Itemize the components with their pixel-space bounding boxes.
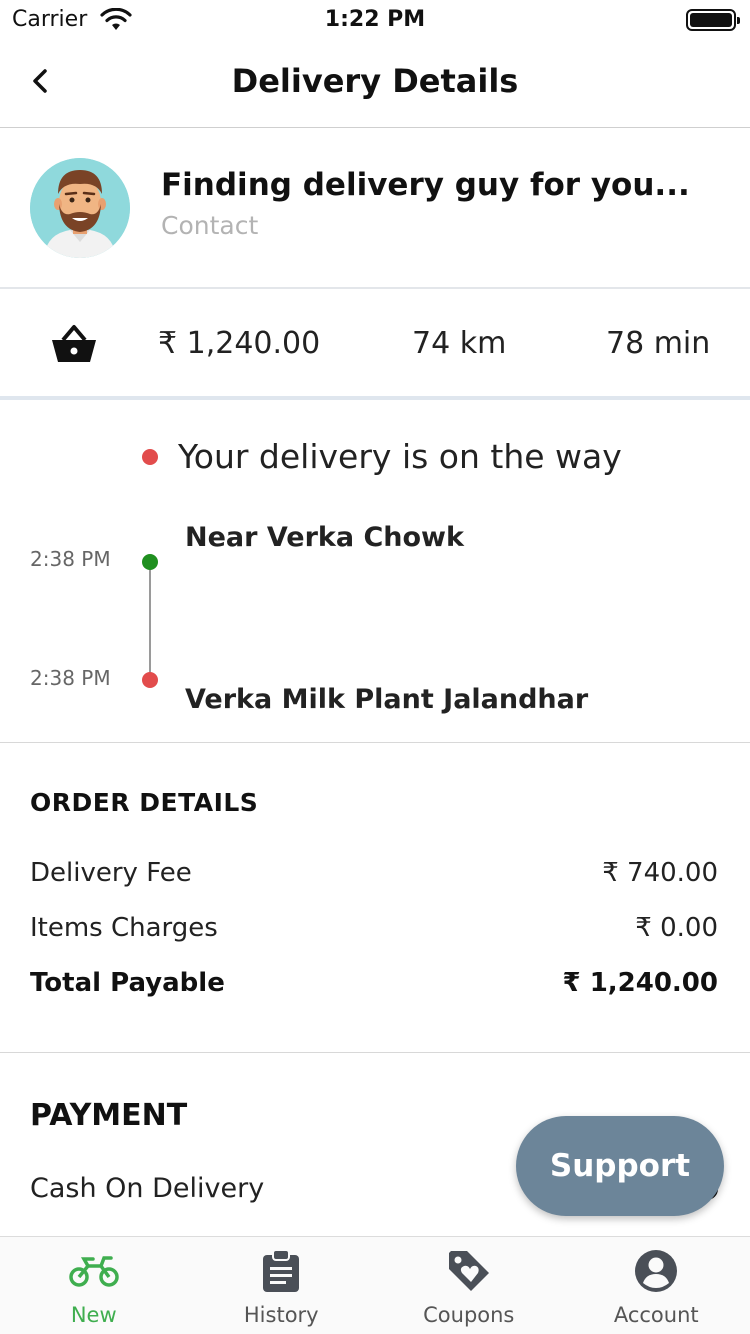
items-charges-row: Items Charges ₹ 0.00 bbox=[30, 913, 718, 943]
tab-account[interactable]: Account bbox=[563, 1237, 750, 1334]
summary-duration: 78 min bbox=[606, 326, 711, 361]
payment-title: PAYMENT bbox=[30, 1098, 188, 1133]
driver-status-title: Finding delivery guy for you... bbox=[161, 167, 690, 203]
dropoff-time: 2:38 PM bbox=[30, 666, 111, 690]
row-value: ₹ 1,240.00 bbox=[562, 968, 718, 998]
tag-heart-icon bbox=[443, 1249, 495, 1293]
contact-link[interactable]: Contact bbox=[161, 211, 258, 240]
basket-icon bbox=[52, 325, 96, 362]
pickup-dot bbox=[142, 554, 158, 570]
delivery-status: Your delivery is on the way bbox=[142, 437, 622, 476]
tracking-section: Your delivery is on the way 2:38 PM Near… bbox=[0, 403, 750, 743]
row-value: ₹ 0.00 bbox=[635, 913, 718, 943]
tab-label: History bbox=[243, 1303, 319, 1327]
status-dot bbox=[142, 448, 158, 465]
order-details-title: ORDER DETAILS bbox=[30, 788, 259, 817]
summary-price: ₹ 1,240.00 bbox=[158, 326, 321, 361]
tab-bar: New History Coupons Account bbox=[0, 1236, 750, 1334]
timeline-line bbox=[149, 567, 151, 675]
driver-avatar-icon bbox=[30, 158, 130, 258]
motorbike-icon bbox=[68, 1249, 120, 1293]
tab-history[interactable]: History bbox=[188, 1237, 376, 1334]
user-circle-icon bbox=[630, 1249, 682, 1293]
delivery-summary: ₹ 1,240.00 74 km 78 min bbox=[0, 290, 750, 400]
status-bar: Carrier 1:22 PM bbox=[0, 0, 750, 42]
driver-card: Finding delivery guy for you... Contact bbox=[0, 129, 750, 289]
pickup-location: Near Verka Chowk bbox=[185, 522, 464, 553]
pickup-time: 2:38 PM bbox=[30, 547, 111, 571]
row-label: Total Payable bbox=[30, 968, 225, 998]
delivery-fee-row: Delivery Fee ₹ 740.00 bbox=[30, 858, 718, 888]
dropoff-dot bbox=[142, 672, 158, 688]
tab-label: Coupons bbox=[423, 1303, 515, 1327]
battery-icon bbox=[686, 9, 740, 31]
support-button[interactable]: Support bbox=[516, 1116, 724, 1216]
row-label: Delivery Fee bbox=[30, 858, 192, 888]
payment-method: Cash On Delivery bbox=[30, 1173, 265, 1204]
row-label: Items Charges bbox=[30, 913, 218, 943]
dropoff-location: Verka Milk Plant Jalandhar bbox=[185, 684, 589, 715]
delivery-status-text: Your delivery is on the way bbox=[178, 437, 622, 476]
tab-coupons[interactable]: Coupons bbox=[375, 1237, 563, 1334]
order-details-section: ORDER DETAILS Delivery Fee ₹ 740.00 Item… bbox=[0, 744, 750, 1053]
tab-label: Account bbox=[613, 1303, 699, 1327]
avatar bbox=[30, 158, 130, 258]
page-title: Delivery Details bbox=[231, 62, 519, 100]
total-payable-row: Total Payable ₹ 1,240.00 bbox=[30, 968, 718, 998]
clipboard-icon bbox=[255, 1249, 307, 1293]
tab-new[interactable]: New bbox=[0, 1237, 188, 1334]
nav-header: Delivery Details bbox=[0, 42, 750, 128]
summary-distance: 74 km bbox=[412, 326, 507, 361]
row-value: ₹ 740.00 bbox=[602, 858, 718, 888]
status-time: 1:22 PM bbox=[324, 7, 426, 32]
tab-label: New bbox=[70, 1303, 117, 1327]
